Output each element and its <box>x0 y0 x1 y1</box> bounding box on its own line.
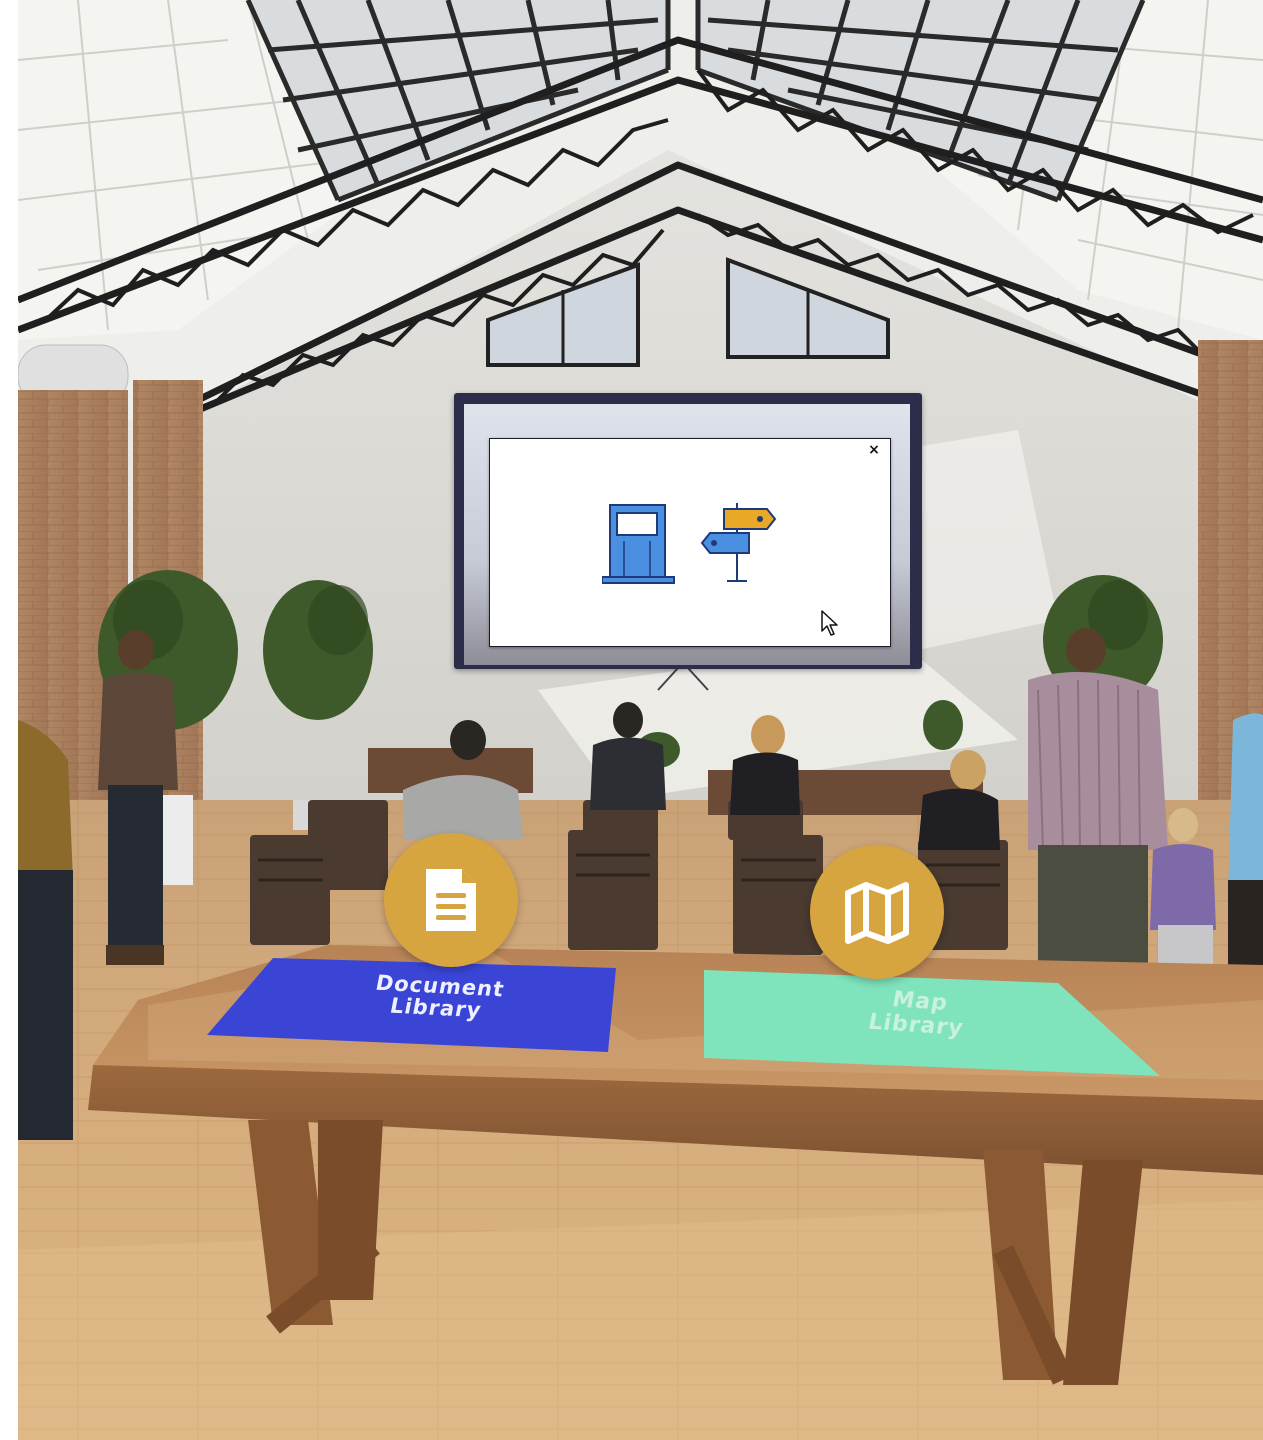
room-background <box>18 0 1263 1440</box>
virtual-showroom-scene: × Document Library Map Library <box>18 0 1263 1440</box>
kiosk-and-signpost-icon <box>602 503 777 584</box>
info-modal: × <box>489 438 891 647</box>
map-library-hotspot-button[interactable] <box>810 845 944 979</box>
document-icon <box>426 869 476 931</box>
mouse-pointer-icon <box>821 610 838 636</box>
map-icon <box>845 882 909 944</box>
close-icon[interactable]: × <box>866 442 882 458</box>
document-library-hotspot-button[interactable] <box>384 833 518 967</box>
